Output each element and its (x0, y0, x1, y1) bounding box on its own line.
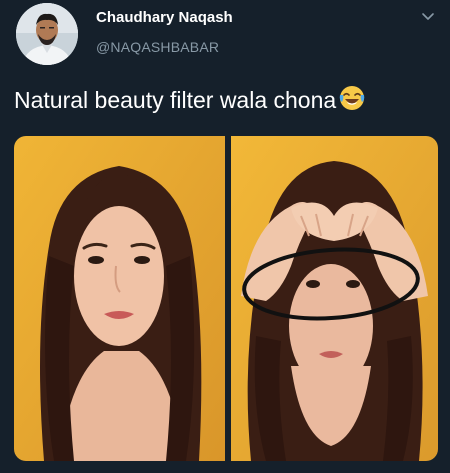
chevron-down-icon[interactable] (420, 8, 436, 24)
tweet-text: Natural beauty filter wala chona (14, 84, 366, 119)
face-with-tears-of-joy-icon (338, 84, 366, 119)
tweet-text-content: Natural beauty filter wala chona (14, 87, 337, 113)
media-photo-right[interactable] (231, 136, 438, 461)
tweet: Chaudhary Naqash @NAQASHBABAR Natural be… (0, 0, 450, 473)
tweet-media[interactable] (14, 136, 438, 461)
author-name[interactable]: Chaudhary Naqash (96, 8, 233, 28)
avatar[interactable] (16, 3, 78, 65)
author-handle[interactable]: @NAQASHBABAR (96, 38, 233, 56)
media-photo-left[interactable] (14, 136, 225, 461)
tweet-author: Chaudhary Naqash @NAQASHBABAR (96, 8, 233, 56)
avatar-image (16, 3, 78, 65)
